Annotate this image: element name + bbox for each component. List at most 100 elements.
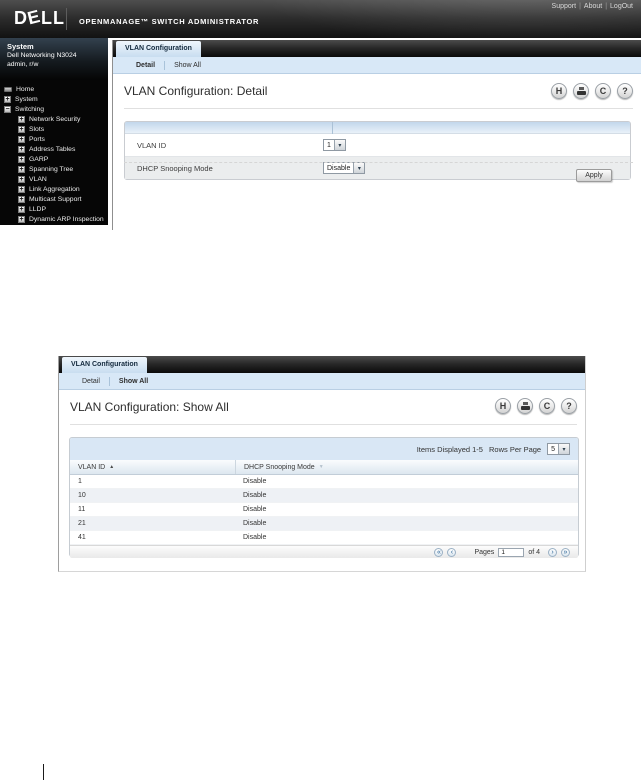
previous-page-icon[interactable]: ‹	[447, 547, 457, 557]
sort-ascending-icon[interactable]: ▲	[109, 464, 114, 470]
printer-glyph	[520, 402, 530, 410]
sidebar-item-ports[interactable]: + Ports	[0, 134, 108, 144]
page-title: VLAN Configuration: Detail	[124, 84, 268, 98]
expand-plus-icon[interactable]: +	[4, 95, 11, 103]
dell-logo: DELL	[14, 5, 66, 29]
pagination-bar: « ‹ Pages of 4 › »	[70, 545, 578, 558]
help-icon[interactable]: ?	[561, 398, 577, 414]
tree-label: Spanning Tree	[29, 165, 74, 173]
about-link[interactable]: About	[584, 3, 602, 10]
refresh-icon[interactable]: C	[595, 83, 611, 99]
vlan-showall-panel: VLAN Configuration Detail Show All VLAN …	[58, 356, 586, 572]
sort-descending-icon[interactable]: ▼	[319, 464, 324, 470]
refresh-icon[interactable]: C	[539, 398, 555, 414]
tree-label: GARP	[29, 155, 49, 163]
expand-plus-icon[interactable]: +	[18, 195, 25, 203]
dhcp-mode-cell: Disable	[243, 492, 267, 499]
pages-of-label: of 4	[528, 548, 540, 556]
last-page-icon[interactable]: »	[561, 547, 570, 557]
expand-plus-icon[interactable]: +	[18, 115, 25, 123]
toolbar-icons: H C ?	[551, 83, 633, 99]
table-row: 10 Disable	[70, 489, 578, 503]
sidebar-item-multicast-support[interactable]: + Multicast Support	[0, 194, 108, 204]
sidebar: System Dell Networking N3024 admin, r/w …	[0, 38, 108, 225]
logout-link[interactable]: LogOut	[610, 3, 633, 10]
vlan-id-cell: 41	[78, 534, 86, 541]
link-separator: |	[605, 3, 608, 10]
tree-label: VLAN	[29, 175, 47, 183]
rows-per-page-select[interactable]: 5 ▾	[547, 443, 570, 455]
tree-label: Ports	[29, 135, 45, 143]
sidebar-item-switching[interactable]: − Switching	[0, 104, 108, 114]
topbar: Support | About | LogOut DELL OPENMANAGE™ SW…	[0, 0, 641, 38]
sidebar-item-vlan[interactable]: + VLAN	[0, 174, 108, 184]
tree-label: Home	[16, 85, 35, 93]
sidebar-item-link-aggregation[interactable]: + Link Aggregation	[0, 184, 108, 194]
expand-plus-icon[interactable]: +	[18, 175, 25, 183]
subtab-detail[interactable]: Detail	[73, 378, 109, 385]
dhcp-mode-cell: Disable	[243, 520, 267, 527]
sidebar-item-home[interactable]: Home	[0, 84, 108, 94]
support-link[interactable]: Support	[552, 3, 577, 10]
sidebar-item-slots[interactable]: + Slots	[0, 124, 108, 134]
subtab-show-all[interactable]: Show All	[110, 378, 157, 385]
tree-label: Link Aggregation	[29, 185, 80, 193]
tree-label: Slots	[29, 125, 45, 133]
tree-label: Address Tables	[29, 145, 76, 153]
dropdown-arrow-icon[interactable]: ▾	[353, 163, 365, 173]
tab-vlan-configuration[interactable]: VLAN Configuration	[116, 41, 201, 57]
save-icon[interactable]: H	[495, 398, 511, 414]
print-icon[interactable]	[517, 398, 533, 414]
sidebar-device-name: Dell Networking N3024	[7, 52, 77, 59]
sidebar-item-lldp[interactable]: + LLDP	[0, 204, 108, 214]
collapse-minus-icon[interactable]: −	[4, 105, 11, 113]
expand-plus-icon[interactable]: +	[18, 135, 25, 143]
tree-label: Switching	[15, 105, 45, 113]
expand-plus-icon[interactable]: +	[18, 185, 25, 193]
items-displayed-label: Items Displayed 1-5	[416, 444, 483, 454]
first-page-icon[interactable]: «	[434, 547, 444, 557]
sidebar-item-garp[interactable]: + GARP	[0, 154, 108, 164]
sidebar-item-network-security[interactable]: + Network Security	[0, 114, 108, 124]
sidebar-user-role: admin, r/w	[7, 61, 39, 68]
brand-divider	[66, 8, 67, 30]
next-page-icon[interactable]: ›	[548, 547, 557, 557]
rows-per-page-value: 5	[551, 445, 555, 453]
expand-plus-icon[interactable]: +	[18, 205, 25, 213]
page-number-input[interactable]	[498, 547, 525, 557]
form-header-bar	[125, 122, 630, 134]
expand-plus-icon[interactable]: +	[18, 145, 25, 153]
form-row-vlan-id: VLAN ID 1 ▾	[125, 134, 630, 157]
dhcp-snooping-select[interactable]: Disable ▾	[323, 162, 366, 174]
detail-form: VLAN ID 1 ▾ DHCP Snooping Mode Disable ▾	[124, 121, 631, 180]
column-header-vlan-id[interactable]: VLAN ID ▲	[70, 464, 235, 471]
nav-tree: Home + System − Switching + Network Secu…	[0, 84, 108, 224]
expand-plus-icon[interactable]: +	[18, 155, 25, 163]
vlan-id-select[interactable]: 1 ▾	[323, 139, 346, 151]
sidebar-item-spanning-tree[interactable]: + Spanning Tree	[0, 164, 108, 174]
sidebar-item-address-tables[interactable]: + Address Tables	[0, 144, 108, 154]
vlan-id-label: VLAN ID	[137, 140, 167, 150]
apply-button[interactable]: Apply	[576, 169, 612, 182]
help-icon[interactable]: ?	[617, 83, 633, 99]
vlan-table: Items Displayed 1-5 Rows Per Page 5 ▾ VL…	[69, 437, 579, 558]
expand-plus-icon[interactable]: +	[18, 125, 25, 133]
sidebar-item-system[interactable]: + System	[0, 94, 108, 104]
dropdown-arrow-icon[interactable]: ▾	[333, 140, 345, 150]
tree-label: Multicast Support	[29, 195, 82, 203]
print-icon[interactable]	[573, 83, 589, 99]
save-icon[interactable]: H	[551, 83, 567, 99]
expand-plus-icon[interactable]: +	[18, 165, 25, 173]
column-header-dhcp-snooping[interactable]: DHCP Snooping Mode ▼	[235, 460, 578, 474]
expand-plus-icon[interactable]: +	[18, 215, 25, 223]
subtab-show-all[interactable]: Show All	[165, 62, 210, 69]
tree-label: Network Security	[29, 115, 81, 123]
tab-vlan-configuration[interactable]: VLAN Configuration	[62, 357, 147, 373]
vlan-id-cell: 11	[78, 506, 86, 513]
sidebar-item-dynamic-arp-inspection[interactable]: + Dynamic ARP Inspection	[0, 214, 108, 224]
tree-label: System	[15, 95, 38, 103]
tree-label: Dynamic ARP Inspection	[29, 215, 104, 223]
printer-glyph	[576, 87, 586, 95]
dropdown-arrow-icon[interactable]: ▾	[558, 444, 569, 454]
subtab-detail[interactable]: Detail	[127, 62, 164, 69]
